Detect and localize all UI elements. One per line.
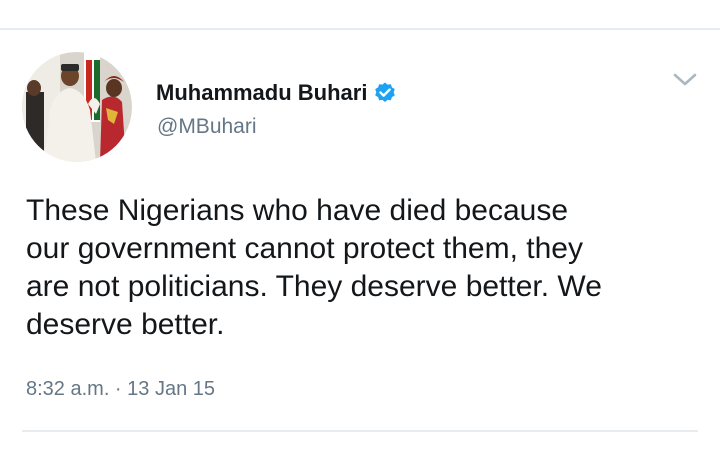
user-handle[interactable]: @MBuhari bbox=[157, 114, 257, 140]
tweet-timestamp[interactable]: 8:32 a.m. · 13 Jan 15 bbox=[26, 377, 215, 401]
tweet-line: our government cannot protect them, they bbox=[26, 232, 583, 265]
display-name-text: Muhammadu Buhari bbox=[156, 80, 368, 105]
tweet-text: These Nigerians who have died because ou… bbox=[26, 192, 696, 344]
tweet-line: These Nigerians who have died because bbox=[26, 194, 569, 227]
bottom-divider bbox=[22, 430, 698, 432]
chevron-down-icon[interactable] bbox=[672, 70, 698, 90]
tweet-card: Muhammadu Buhari @MBuhari These Nigerian… bbox=[0, 0, 720, 460]
display-name[interactable]: Muhammadu Buhari bbox=[156, 80, 397, 106]
verified-badge-icon bbox=[373, 81, 397, 105]
avatar[interactable] bbox=[22, 52, 132, 162]
tweet-line: deserve better. bbox=[26, 308, 225, 341]
top-divider bbox=[0, 28, 720, 30]
tweet-line: are not politicians. They deserve better… bbox=[26, 270, 602, 303]
profile-photo-icon bbox=[22, 52, 132, 162]
